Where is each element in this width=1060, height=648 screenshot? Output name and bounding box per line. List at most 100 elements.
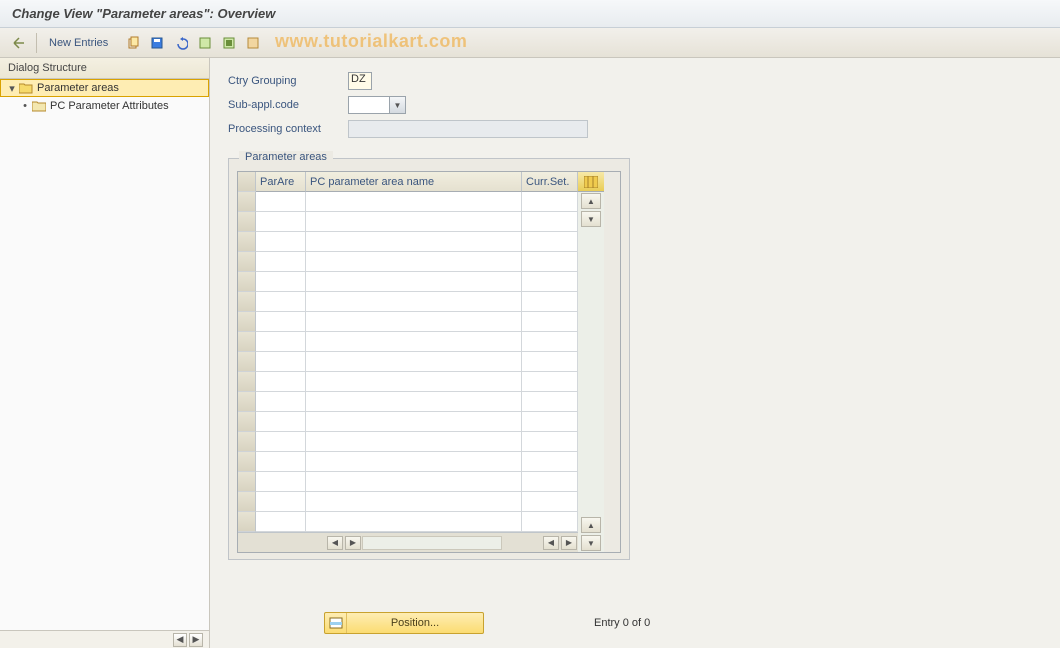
table-row[interactable] [238,212,578,232]
field-sub-appl-code: Sub-appl.code ▼ [228,94,1042,116]
main-area: Ctry Grouping DZ Sub-appl.code ▼ Process… [210,58,1060,648]
tree-collapse-icon[interactable]: ▾ [7,82,17,95]
toggle-icon[interactable] [8,32,30,54]
watermark: www.tutorialkart.com [275,31,467,52]
table-row[interactable] [238,252,578,272]
folder-icon [32,100,46,112]
select-block-icon[interactable] [218,32,240,54]
table-row[interactable] [238,192,578,212]
sub-appl-code-dropdown[interactable]: ▼ [348,96,406,114]
app-window: Change View "Parameter areas": Overview … [0,0,1060,648]
vscroll-up-icon[interactable]: ▲ [581,193,601,209]
position-icon [325,613,347,633]
row-selector[interactable] [238,472,256,492]
row-selector[interactable] [238,432,256,452]
sub-appl-code-label: Sub-appl.code [228,99,348,111]
processing-context-label: Processing context [228,123,348,135]
sidebar-header: Dialog Structure [0,58,209,79]
row-selector[interactable] [238,312,256,332]
parameter-areas-panel: Parameter areas ParAre PC parameter area… [228,158,630,560]
table-row[interactable] [238,232,578,252]
hscroll-right2-icon[interactable]: ▶ [561,536,577,550]
row-selector[interactable] [238,212,256,232]
hscroll-left2-icon[interactable]: ◀ [543,536,559,550]
table-row[interactable] [238,292,578,312]
col-pc-parameter-area-name[interactable]: PC parameter area name [306,172,522,192]
table-row[interactable] [238,452,578,472]
panel-title: Parameter areas [239,151,333,163]
parameter-areas-grid[interactable]: ParAre PC parameter area name Curr.Set. [237,171,621,553]
app-toolbar: New Entries www.tutorialkart.com [0,28,1060,58]
col-parare[interactable]: ParAre [256,172,306,192]
body: Dialog Structure ▾ Parameter areas • PC … [0,58,1060,648]
table-row[interactable] [238,512,578,532]
table-row[interactable] [238,332,578,352]
table-row[interactable] [238,352,578,372]
position-button[interactable]: Position... [324,612,484,634]
tree-node-parameter-areas[interactable]: ▾ Parameter areas [0,79,209,97]
row-selector[interactable] [238,272,256,292]
row-selector[interactable] [238,492,256,512]
new-entries-button[interactable]: New Entries [41,32,116,54]
tree-node-label: Parameter areas [37,82,119,94]
grid-hscroll: ◀ ▶ ◀ ▶ [238,532,578,552]
sidebar: Dialog Structure ▾ Parameter areas • PC … [0,58,210,648]
row-selector[interactable] [238,332,256,352]
row-selector[interactable] [238,412,256,432]
page-title: Change View "Parameter areas": Overview [0,0,1060,28]
sidebar-scroll: ◀ ▶ [0,630,209,648]
chevron-down-icon[interactable]: ▼ [389,97,405,113]
table-row[interactable] [238,472,578,492]
processing-context-value [348,120,588,138]
ctry-grouping-input[interactable]: DZ [348,72,372,90]
table-row[interactable] [238,412,578,432]
deselect-icon[interactable] [242,32,264,54]
row-selector[interactable] [238,512,256,532]
entry-count: Entry 0 of 0 [594,617,650,629]
grid-vscroll[interactable]: ▲ ▼ ▲ ▼ [578,192,604,552]
select-all-icon[interactable] [194,32,216,54]
folder-open-icon [19,82,33,94]
save-icon[interactable] [146,32,168,54]
row-selector[interactable] [238,452,256,472]
hscroll-left-icon[interactable]: ◀ [327,536,343,550]
footer-bar: Position... Entry 0 of 0 [228,612,1042,634]
grid-header: ParAre PC parameter area name Curr.Set. [238,172,578,192]
copy-icon[interactable] [122,32,144,54]
tree-bullet-icon: • [20,100,30,112]
ctry-grouping-label: Ctry Grouping [228,75,348,87]
hscroll-track[interactable] [362,536,502,550]
scroll-left-icon[interactable]: ◀ [173,633,187,647]
table-row[interactable] [238,272,578,292]
table-row[interactable] [238,492,578,512]
configure-columns-icon[interactable] [578,172,604,192]
tree-node-label: PC Parameter Attributes [50,100,169,112]
field-processing-context: Processing context [228,118,1042,140]
scroll-right-icon[interactable]: ▶ [189,633,203,647]
separator [36,33,37,53]
vscroll-down-icon[interactable]: ▼ [581,211,601,227]
position-label: Position... [347,617,483,629]
grid-right-pane: ▲ ▼ ▲ ▼ [578,172,604,552]
field-ctry-grouping: Ctry Grouping DZ [228,70,1042,92]
grid-select-all[interactable] [238,172,256,192]
row-selector[interactable] [238,252,256,272]
table-row[interactable] [238,312,578,332]
table-row[interactable] [238,432,578,452]
vscroll-up2-icon[interactable]: ▲ [581,517,601,533]
hscroll-right-icon[interactable]: ▶ [345,536,361,550]
row-selector[interactable] [238,192,256,212]
row-selector[interactable] [238,392,256,412]
dialog-structure-tree[interactable]: ▾ Parameter areas • PC Parameter Attribu… [0,79,209,630]
col-curr-set[interactable]: Curr.Set. [522,172,578,192]
tree-node-pc-parameter-attributes[interactable]: • PC Parameter Attributes [0,97,209,115]
grid-body[interactable] [238,192,578,532]
vscroll-down2-icon[interactable]: ▼ [581,535,601,551]
row-selector[interactable] [238,352,256,372]
undo-icon[interactable] [170,32,192,54]
row-selector[interactable] [238,232,256,252]
table-row[interactable] [238,392,578,412]
table-row[interactable] [238,372,578,392]
row-selector[interactable] [238,292,256,312]
row-selector[interactable] [238,372,256,392]
